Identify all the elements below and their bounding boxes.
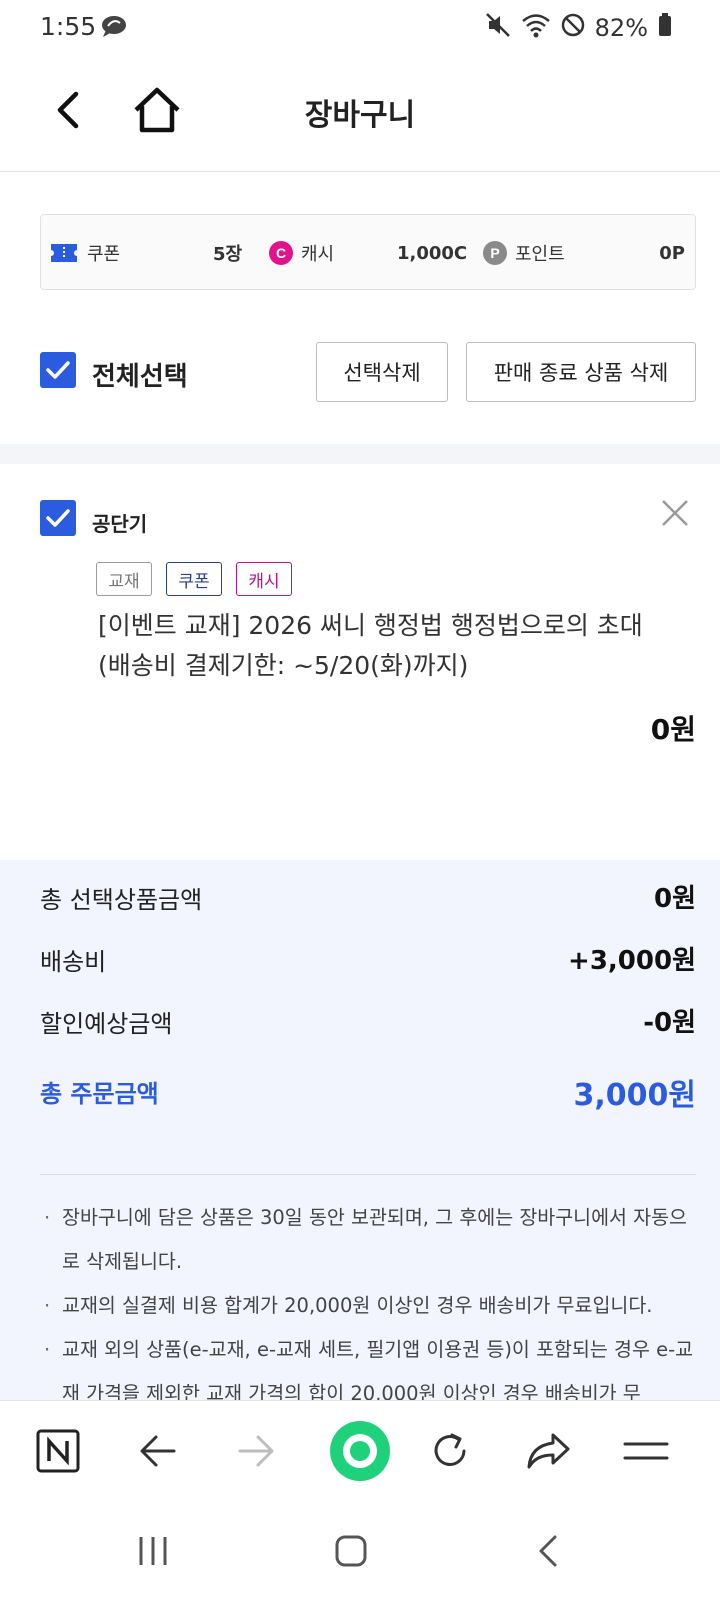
summary-shipping-value: +3,000원 bbox=[568, 946, 696, 976]
refresh-icon bbox=[434, 1433, 466, 1466]
note-item: 장바구니에 담은 상품은 30일 동안 보관되며, 그 후에는 장바구니에서 자… bbox=[40, 1196, 700, 1284]
do-not-disturb-icon bbox=[561, 13, 585, 43]
benefit-summary[interactable]: 쿠폰 5장 C 캐시 1,000C P 포인트 0P bbox=[40, 214, 696, 290]
coupon-summary: 쿠폰 bbox=[51, 215, 120, 291]
page-title: 장바구니 bbox=[304, 98, 416, 133]
coupon-icon bbox=[51, 244, 77, 262]
note-item: 교재의 실결제 비용 합계가 20,000원 이상인 경우 배송비가 무료입니다… bbox=[40, 1284, 700, 1328]
browser-toolbar bbox=[0, 1400, 720, 1500]
coupon-value: 5장 bbox=[213, 244, 243, 265]
close-icon bbox=[662, 500, 688, 526]
delete-selected-button[interactable]: 선택삭제 bbox=[316, 342, 448, 402]
cart-notes: 장바구니에 담은 상품은 30일 동안 보관되며, 그 후에는 장바구니에서 자… bbox=[40, 1196, 700, 1416]
system-back-icon bbox=[539, 1535, 557, 1567]
browser-forward-button[interactable] bbox=[228, 1423, 284, 1479]
section-divider bbox=[0, 444, 720, 464]
tag-coupon: 쿠폰 bbox=[166, 562, 222, 596]
tag-textbook: 교재 bbox=[96, 562, 152, 596]
status-bar: 1:55 82% bbox=[0, 0, 720, 54]
share-arrow-icon bbox=[527, 1433, 570, 1469]
delete-discontinued-button[interactable]: 판매 종료 상품 삭제 bbox=[466, 342, 696, 402]
point-summary: P 포인트 bbox=[483, 215, 565, 291]
item-title-line1: [이벤트 교재] 2026 써니 행정법 행정법으로의 초대 bbox=[98, 611, 643, 640]
mute-icon bbox=[485, 12, 511, 44]
summary-total-value: 3,000원 bbox=[573, 1078, 697, 1113]
cash-summary: C 캐시 bbox=[269, 215, 334, 291]
app-header: 장바구니 bbox=[0, 54, 720, 172]
coupon-label: 쿠폰 bbox=[87, 244, 121, 265]
battery-percent: 82% bbox=[594, 14, 648, 42]
arrow-right-icon bbox=[238, 1435, 274, 1467]
menu-button[interactable] bbox=[618, 1423, 674, 1479]
summary-divider bbox=[40, 1174, 696, 1175]
refresh-button[interactable] bbox=[422, 1423, 478, 1479]
naver-n-icon bbox=[36, 1429, 80, 1473]
checkmark-icon bbox=[46, 509, 70, 527]
browser-back-button[interactable] bbox=[130, 1423, 186, 1479]
cash-label: 캐시 bbox=[301, 244, 335, 265]
cash-value: 1,000C bbox=[397, 242, 468, 264]
recent-apps-button[interactable] bbox=[128, 1526, 178, 1576]
point-label: 포인트 bbox=[515, 244, 565, 265]
item-price: 0원 bbox=[650, 713, 696, 746]
summary-total-label: 총 주문금액 bbox=[40, 1080, 159, 1108]
system-navigation-bar bbox=[0, 1500, 720, 1600]
hamburger-menu-icon bbox=[623, 1442, 669, 1460]
summary-shipping-label: 배송비 bbox=[40, 948, 107, 976]
share-button[interactable] bbox=[520, 1423, 576, 1479]
chat-notification-icon bbox=[100, 14, 128, 42]
remove-item-button[interactable] bbox=[660, 498, 690, 528]
item-title-line2: (배송비 결제기한: ~5/20(화)까지) bbox=[98, 651, 469, 680]
arrow-left-icon bbox=[140, 1435, 176, 1467]
summary-subtotal-label: 총 선택상품금액 bbox=[40, 886, 203, 914]
status-time: 1:55 bbox=[40, 12, 97, 41]
home-square-icon bbox=[335, 1535, 367, 1567]
summary-subtotal-value: 0원 bbox=[653, 884, 696, 914]
recent-apps-icon bbox=[139, 1537, 167, 1565]
summary-discount-value: -0원 bbox=[643, 1008, 696, 1038]
point-value: 0P bbox=[659, 242, 685, 264]
order-summary: 총 선택상품금액 0원 배송비 +3,000원 할인예상금액 -0원 총 주문금… bbox=[0, 860, 720, 1405]
system-home-button[interactable] bbox=[326, 1526, 376, 1576]
green-dot-icon bbox=[330, 1421, 390, 1481]
seller-name: 공단기 bbox=[92, 512, 148, 536]
battery-icon bbox=[658, 13, 672, 43]
summary-discount-label: 할인예상금액 bbox=[40, 1010, 173, 1038]
tag-cash: 캐시 bbox=[236, 562, 292, 596]
item-checkbox[interactable] bbox=[40, 500, 76, 536]
select-all-label: 전체선택 bbox=[92, 362, 188, 392]
select-all-checkbox[interactable] bbox=[40, 352, 76, 388]
item-title[interactable]: [이벤트 교재] 2026 써니 행정법 행정법으로의 초대 (배송비 결제기한… bbox=[98, 606, 708, 686]
wifi-icon bbox=[521, 12, 551, 44]
naver-home-button[interactable] bbox=[30, 1423, 86, 1479]
system-back-button[interactable] bbox=[524, 1526, 574, 1576]
point-coin-icon: P bbox=[483, 241, 507, 265]
cash-coin-icon: C bbox=[269, 241, 293, 265]
checkmark-icon bbox=[46, 361, 70, 379]
green-dot-button[interactable] bbox=[324, 1415, 396, 1487]
